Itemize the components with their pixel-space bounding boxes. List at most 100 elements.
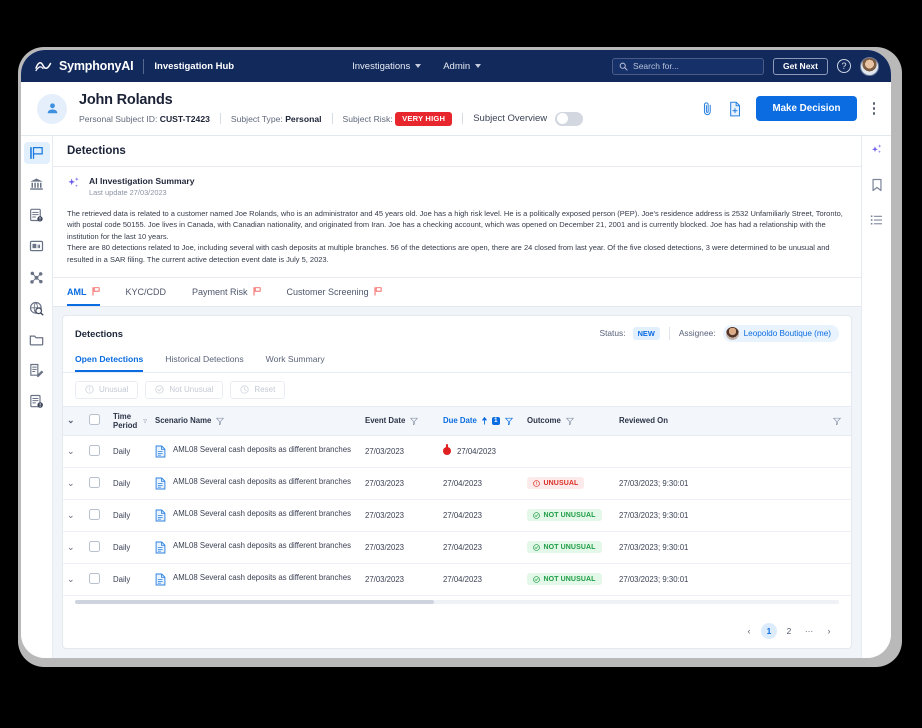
more-options-icon[interactable] bbox=[871, 102, 878, 115]
right-sidebar-item-ai[interactable] bbox=[870, 143, 884, 162]
row-checkbox-cell[interactable] bbox=[85, 563, 109, 596]
sidebar-item-clipboard-alert[interactable] bbox=[24, 390, 50, 412]
list-icon bbox=[870, 215, 883, 225]
row-expand-toggle[interactable]: ⌄ bbox=[63, 563, 85, 596]
right-sidebar-item-bookmark[interactable] bbox=[871, 178, 883, 197]
cell-due-date: 27/04/2023 bbox=[439, 435, 523, 468]
row-expand-toggle[interactable]: ⌄ bbox=[63, 435, 85, 468]
subject-overview-toggle[interactable] bbox=[555, 111, 584, 126]
tab-payment-risk[interactable]: Payment Risk bbox=[192, 278, 261, 306]
row-expand-toggle[interactable]: ⌄ bbox=[63, 499, 85, 532]
tab-payment-risk-label: Payment Risk bbox=[192, 286, 248, 297]
check-circle-icon bbox=[533, 512, 540, 519]
subject-type-label: Subject Type: bbox=[230, 113, 283, 124]
attachment-icon[interactable] bbox=[701, 101, 714, 117]
table-row[interactable]: ⌄ Daily AML08 Several cash deposits as d… bbox=[63, 435, 851, 468]
nav-menu-investigations[interactable]: Investigations bbox=[352, 61, 422, 72]
sidebar-item-document-alert[interactable] bbox=[24, 204, 50, 226]
row-expand-toggle[interactable]: ⌄ bbox=[63, 467, 85, 500]
header-select-all[interactable] bbox=[85, 405, 109, 436]
filter-icon[interactable] bbox=[504, 417, 513, 425]
row-checkbox-cell[interactable] bbox=[85, 499, 109, 532]
pagination-page-2[interactable]: 2 bbox=[781, 623, 797, 639]
tab-work-summary[interactable]: Work Summary bbox=[266, 348, 325, 372]
pagination-next[interactable]: › bbox=[821, 623, 837, 639]
right-sidebar-item-list[interactable] bbox=[870, 213, 883, 231]
tab-customer-screening[interactable]: Customer Screening bbox=[287, 278, 382, 306]
sidebar-item-folder[interactable] bbox=[24, 328, 50, 350]
subject-avatar bbox=[37, 93, 67, 124]
filter-icon[interactable] bbox=[410, 417, 419, 425]
chevron-down-icon: ⌄ bbox=[67, 445, 75, 456]
pagination-prev[interactable]: ‹ bbox=[741, 623, 757, 639]
select-all-checkbox[interactable] bbox=[89, 414, 100, 426]
tab-open-detections[interactable]: Open Detections bbox=[75, 348, 144, 372]
horizontal-scrollbar[interactable] bbox=[75, 599, 839, 604]
row-checkbox-cell[interactable] bbox=[85, 435, 109, 468]
tab-kyc-cdd[interactable]: KYC/CDD bbox=[126, 278, 167, 306]
header-event-date[interactable]: Event Date bbox=[361, 405, 439, 436]
user-avatar[interactable] bbox=[860, 56, 879, 76]
cell-outcome bbox=[523, 435, 615, 468]
help-icon[interactable]: ? bbox=[837, 59, 851, 73]
row-checkbox-cell[interactable] bbox=[85, 467, 109, 500]
table-row[interactable]: ⌄ Daily AML08 Several cash deposits as d… bbox=[63, 499, 851, 532]
sidebar-item-network-graph[interactable] bbox=[24, 266, 50, 288]
row-expand-toggle[interactable]: ⌄ bbox=[63, 531, 85, 564]
table-row[interactable]: ⌄ Daily AML08 Several cash deposits as d… bbox=[63, 467, 851, 500]
tab-aml[interactable]: AML bbox=[67, 278, 100, 306]
row-checkbox-cell[interactable] bbox=[85, 531, 109, 564]
header-reviewed-on[interactable]: Reviewed On bbox=[615, 405, 851, 436]
due-date-text: 27/04/2023 bbox=[457, 446, 497, 456]
meta-divider bbox=[331, 113, 333, 124]
header-outcome-label: Outcome bbox=[527, 416, 561, 426]
add-document-icon[interactable] bbox=[728, 101, 742, 117]
left-sidebar bbox=[21, 136, 53, 658]
sort-ascending-icon[interactable] bbox=[481, 416, 487, 425]
table-row[interactable]: ⌄ Daily AML08 Several cash deposits as d… bbox=[63, 531, 851, 564]
reset-button[interactable]: Reset bbox=[230, 380, 286, 399]
help-glyph: ? bbox=[841, 61, 847, 71]
get-next-button[interactable]: Get Next bbox=[773, 57, 828, 75]
detections-card: Detections Status: NEW Assignee: Leopold… bbox=[62, 314, 852, 649]
filter-icon[interactable] bbox=[565, 417, 574, 425]
assignee-chip[interactable]: Leopoldo Boutique (me) bbox=[722, 324, 839, 342]
table-row[interactable]: ⌄ Daily AML08 Several cash deposits as d… bbox=[63, 563, 851, 596]
chevron-down-icon: ⌄ bbox=[67, 541, 75, 552]
sidebar-item-globe-search[interactable] bbox=[24, 297, 50, 319]
header-scenario-name[interactable]: Scenario Name bbox=[151, 405, 361, 436]
header-outcome[interactable]: Outcome bbox=[523, 405, 615, 436]
filter-icon[interactable] bbox=[833, 417, 841, 425]
sidebar-item-institution[interactable] bbox=[24, 173, 50, 195]
pagination-ellipsis[interactable]: ··· bbox=[801, 623, 817, 639]
row-checkbox[interactable] bbox=[89, 508, 100, 520]
detections-region: Detections Status: NEW Assignee: Leopold… bbox=[53, 306, 861, 658]
sidebar-item-transaction-monitor[interactable] bbox=[24, 235, 50, 257]
sidebar-item-flag[interactable] bbox=[23, 142, 50, 164]
network-graph-icon bbox=[30, 271, 43, 284]
row-checkbox[interactable] bbox=[89, 540, 100, 552]
tab-historical-detections[interactable]: Historical Detections bbox=[165, 348, 243, 372]
pagination-page-1[interactable]: 1 bbox=[761, 623, 777, 639]
document-icon bbox=[155, 573, 166, 586]
unusual-button[interactable]: Unusual bbox=[75, 380, 139, 399]
cell-scenario-name: AML08 Several cash deposits as different… bbox=[151, 467, 361, 500]
filter-icon[interactable] bbox=[216, 417, 225, 425]
row-checkbox[interactable] bbox=[89, 476, 100, 488]
risk-domain-tabs: AML KYC/CDD Payment Risk Customer Screen… bbox=[53, 277, 861, 307]
chevron-down-icon: ⌄ bbox=[67, 573, 75, 584]
header-expand-all[interactable]: ⌄ bbox=[63, 405, 85, 436]
header-due-date[interactable]: Due Date 1 bbox=[439, 405, 523, 436]
row-checkbox[interactable] bbox=[89, 572, 100, 584]
row-checkbox[interactable] bbox=[89, 444, 100, 456]
cell-reviewed-on bbox=[615, 435, 851, 468]
brand-logo[interactable]: SymphonyAI bbox=[35, 59, 134, 73]
nav-menu-admin[interactable]: Admin bbox=[443, 61, 482, 72]
sidebar-item-document-edit[interactable] bbox=[24, 359, 50, 381]
not-unusual-button[interactable]: Not Unusual bbox=[145, 380, 224, 399]
search-input[interactable]: Search for... bbox=[612, 57, 765, 75]
header-time-period[interactable]: Time Period bbox=[109, 405, 151, 436]
make-decision-button[interactable]: Make Decision bbox=[756, 96, 857, 121]
sort-order-badge: 1 bbox=[491, 416, 500, 425]
filter-icon[interactable] bbox=[142, 417, 147, 425]
